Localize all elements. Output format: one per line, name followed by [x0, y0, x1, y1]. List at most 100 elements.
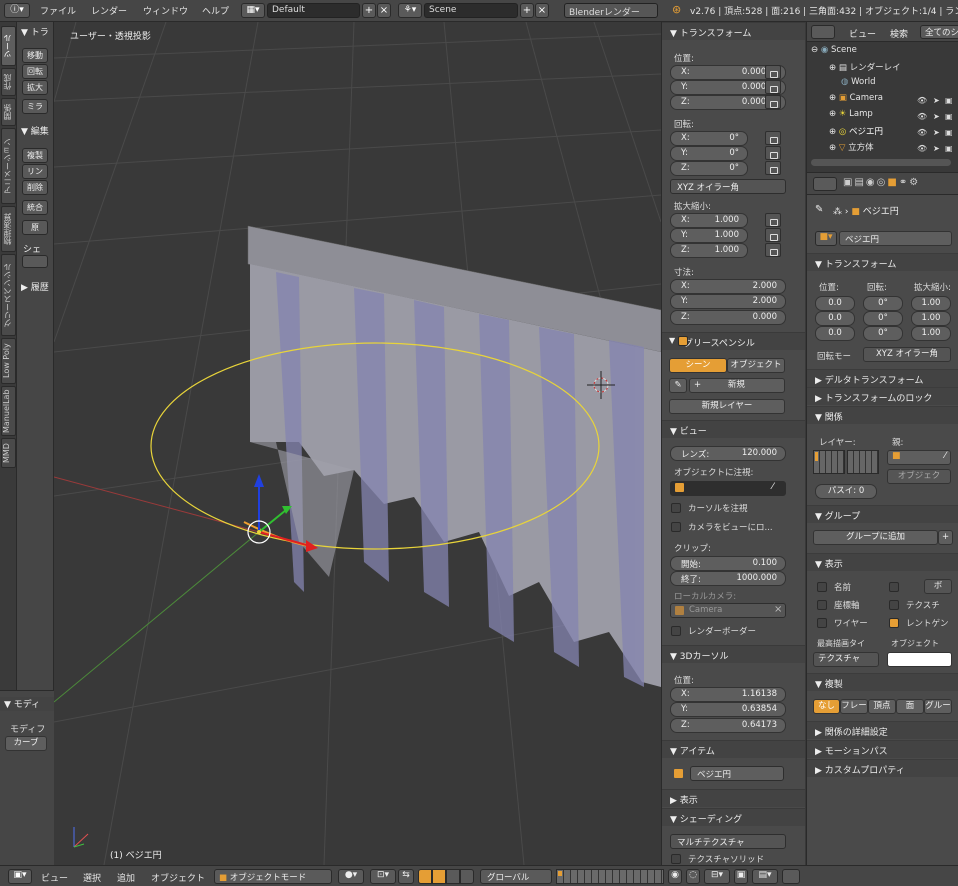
- interaction-mode-select[interactable]: ■ オブジェクトモード: [214, 869, 332, 884]
- tab-physics[interactable]: 物理演算: [1, 206, 16, 252]
- add-screen-button[interactable]: +: [362, 3, 376, 18]
- object-browse-icon[interactable]: ■▾: [815, 231, 837, 246]
- props-scale-y[interactable]: 1.00: [911, 311, 951, 326]
- outliner-view-menu[interactable]: ビュー: [849, 27, 876, 40]
- motion-paths-header[interactable]: ▶ モーションパス: [807, 740, 958, 758]
- show-wire-checkbox[interactable]: [817, 618, 827, 628]
- menu-render[interactable]: レンダー: [91, 4, 127, 17]
- visibility-eye-icon[interactable]: 👁 👁 👁 👁: [917, 93, 927, 157]
- lock-rotation-x-icon[interactable]: [765, 131, 781, 145]
- tab-tools[interactable]: ツール: [1, 26, 16, 66]
- dimension-z-field[interactable]: Z: 0.000: [670, 310, 786, 325]
- props-scale-z[interactable]: 1.00: [911, 326, 951, 341]
- duplicate-button[interactable]: 複製: [22, 148, 48, 163]
- item-name-field[interactable]: ベジエ円: [690, 766, 784, 781]
- manipulator-toggle-icon[interactable]: ⇆: [398, 869, 414, 884]
- rotation-x-field[interactable]: X: 0°: [670, 131, 748, 146]
- outliner-lamp[interactable]: ⊕ ☀ Lamp: [829, 109, 873, 119]
- lock-rotation-z-icon[interactable]: [765, 161, 781, 175]
- pin-icon[interactable]: ✎: [815, 204, 823, 215]
- props-transform-header[interactable]: ▼ トランスフォーム: [807, 253, 958, 271]
- duplication-header[interactable]: ▼ 複製: [807, 673, 958, 691]
- tab-manuellab[interactable]: ManuelLab: [1, 386, 16, 436]
- props-location-y[interactable]: 0.0: [815, 311, 855, 326]
- show-axis-checkbox[interactable]: [817, 600, 827, 610]
- lock-rotation-y-icon[interactable]: [765, 146, 781, 160]
- rotate-button[interactable]: 回転: [22, 64, 48, 79]
- history-panel-header[interactable]: ▶ 履歴: [17, 280, 54, 294]
- scale-manipulator-icon[interactable]: [446, 869, 460, 884]
- new-layer-button[interactable]: 新規レイヤー: [669, 399, 785, 414]
- object-tab-icon[interactable]: ■: [887, 177, 898, 188]
- lock-location-y-icon[interactable]: [765, 80, 781, 94]
- outliner-render-layers[interactable]: ⊕ ▤ レンダーレイ: [829, 61, 901, 73]
- lock-scale-x-icon[interactable]: [765, 213, 781, 227]
- shading-mode-select[interactable]: マルチテクスチャ: [670, 834, 786, 849]
- outliner-search-menu[interactable]: 検索: [890, 27, 908, 40]
- lock-scale-z-icon[interactable]: [765, 243, 781, 257]
- custom-manipulator-icon[interactable]: [460, 869, 474, 884]
- custom-properties-header[interactable]: ▶ カスタムプロパティ: [807, 759, 958, 777]
- dupli-frames-button[interactable]: フレー: [840, 699, 868, 714]
- add-scene-button[interactable]: +: [520, 3, 534, 18]
- proportional-edit-icon[interactable]: ◌: [686, 869, 700, 884]
- dimension-y-field[interactable]: Y: 2.000: [670, 294, 786, 309]
- render-camera-icon[interactable]: ▣ ▣ ▣ ▣: [945, 93, 953, 157]
- rotation-y-field[interactable]: Y: 0°: [670, 146, 748, 161]
- props-rotation-mode-select[interactable]: XYZ オイラー角: [863, 347, 951, 362]
- layer-grid-2[interactable]: [847, 450, 879, 474]
- 3d-cursor-header[interactable]: ▼ 3Dカーソル: [662, 645, 805, 663]
- 3d-viewport[interactable]: ユーザー・透視投影 (1) ベジエ円: [54, 22, 661, 865]
- item-header[interactable]: ▼ アイテム: [662, 740, 805, 758]
- props-rotation-y[interactable]: 0°: [863, 311, 903, 326]
- lock-location-z-icon[interactable]: [765, 95, 781, 109]
- props-rotation-x[interactable]: 0°: [863, 296, 903, 311]
- scale-z-field[interactable]: Z: 1.000: [670, 243, 748, 258]
- props-location-z[interactable]: 0.0: [815, 326, 855, 341]
- menu-view[interactable]: ビュー: [41, 871, 68, 884]
- tab-lowpoly[interactable]: Low Poly: [1, 338, 16, 384]
- rotation-mode-select[interactable]: XYZ オイラー角: [670, 179, 786, 194]
- info-editor-icon[interactable]: ⓘ▾: [4, 3, 30, 18]
- clear-camera-icon[interactable]: ×: [774, 604, 782, 615]
- menu-select[interactable]: 選択: [83, 871, 101, 884]
- dupli-faces-button[interactable]: 面: [896, 699, 924, 714]
- dimension-x-field[interactable]: X: 2.000: [670, 279, 786, 294]
- shading-toggle-button[interactable]: [22, 255, 48, 268]
- context-tabs-icons[interactable]: ▣▤◉◎■⚭⚙: [843, 177, 920, 188]
- operator-panel-header[interactable]: ▼ モディ: [0, 697, 54, 711]
- dupli-none-button[interactable]: なし: [813, 699, 840, 714]
- viewport-scene[interactable]: [54, 22, 661, 865]
- parent-type-field[interactable]: オブジェク: [887, 469, 951, 484]
- menu-window[interactable]: ウィンドウ: [143, 4, 188, 17]
- bounds-type-select[interactable]: ボ: [924, 579, 952, 594]
- viewport-shading-select[interactable]: ●▾: [338, 869, 364, 884]
- menu-help[interactable]: ヘルプ: [202, 4, 229, 17]
- object-color-swatch[interactable]: [887, 652, 952, 667]
- menu-add[interactable]: 追加: [117, 871, 135, 884]
- outliner-cube[interactable]: ⊕ ▽ 立方体: [829, 141, 874, 153]
- dupli-verts-button[interactable]: 頂点: [868, 699, 896, 714]
- view-header[interactable]: ▼ ビュー: [662, 420, 805, 438]
- lock-scale-y-icon[interactable]: [765, 228, 781, 242]
- pass-index-field[interactable]: パスイ: 0: [815, 484, 877, 499]
- eyedropper-icon[interactable]: ⁄: [944, 451, 950, 461]
- transform-header[interactable]: ▼ トランスフォーム: [662, 22, 805, 40]
- scene-icon[interactable]: ⚘▾: [398, 3, 422, 18]
- tab-mmd[interactable]: MMD: [1, 438, 16, 468]
- render-border-checkbox[interactable]: [671, 626, 681, 636]
- props-rotation-z[interactable]: 0°: [863, 326, 903, 341]
- clip-start-field[interactable]: 開始: 0.100: [670, 556, 786, 571]
- scale-button[interactable]: 拡大: [22, 80, 48, 95]
- lock-to-object-field[interactable]: [670, 481, 786, 496]
- outliner-editor-icon[interactable]: [811, 25, 835, 39]
- transform-panel-header[interactable]: ▼ トラ: [17, 25, 54, 39]
- remove-scene-button[interactable]: ×: [535, 3, 549, 18]
- menu-object[interactable]: オブジェクト: [151, 871, 205, 884]
- lock-scene-layers-icon[interactable]: ◉: [668, 869, 682, 884]
- lock-cursor-checkbox[interactable]: [671, 503, 681, 513]
- editor-type-icon[interactable]: ▣▾: [8, 869, 32, 884]
- translate-button[interactable]: 移動: [22, 48, 48, 63]
- delta-transform-header[interactable]: ▶ デルタトランスフォーム: [807, 369, 958, 387]
- max-draw-type-select[interactable]: テクスチャ: [813, 652, 879, 667]
